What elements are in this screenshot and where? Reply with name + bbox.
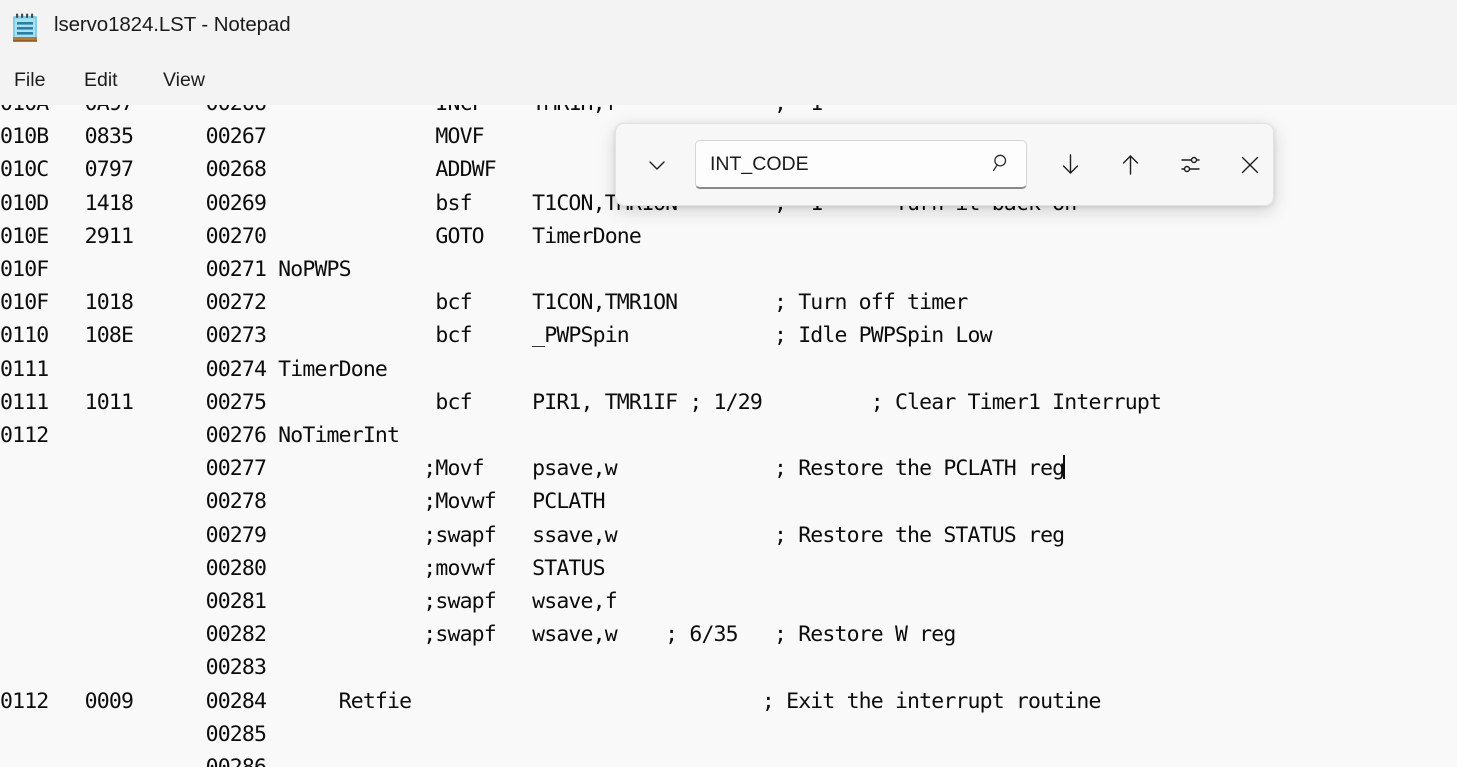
- menu-item-file[interactable]: File: [6, 67, 53, 94]
- arrow-down-icon: [1057, 151, 1084, 178]
- notepad-window: lservo1824.LST - Notepad File Edit View …: [0, 0, 1457, 767]
- code-line: 0111 1011 00275 bcf PIR1, TMR1IF ; 1/29 …: [0, 390, 1161, 415]
- code-line: 00280 ;movwf STATUS: [0, 556, 605, 581]
- close-icon: [1237, 152, 1263, 178]
- find-input-container[interactable]: [695, 140, 1027, 189]
- code-line: 010A 0A97 00266 INCF TMR1H,f ; 1: [0, 105, 822, 116]
- menu-item-edit[interactable]: Edit: [76, 67, 126, 94]
- find-actions: [1048, 143, 1272, 187]
- code-line: 00282 ;swapf wsave,w ; 6/35 ; Restore W …: [0, 622, 955, 647]
- search-icon: [991, 152, 1013, 174]
- chevron-down-icon: [645, 153, 669, 177]
- code-line: 00285: [0, 722, 266, 747]
- find-close-button[interactable]: [1228, 143, 1272, 187]
- code-line: 0110 108E 00273 bcf _PWPSpin ; Idle PWPS…: [0, 323, 992, 348]
- code-line: 010C 0797 00268 ADDWF: [0, 157, 496, 182]
- text-caret: [1063, 455, 1065, 479]
- menu-bar: File Edit View: [0, 58, 1457, 105]
- find-input[interactable]: [710, 150, 982, 178]
- window-title: lservo1824.LST - Notepad: [54, 13, 291, 37]
- code-line-caret: 00277 ;Movf psave,w ; Restore the PCLATH…: [0, 456, 1064, 481]
- code-line: 00279 ;swapf ssave,w ; Restore the STATU…: [0, 523, 1064, 548]
- notepad-icon: [10, 12, 40, 44]
- find-bar: [615, 123, 1274, 206]
- code-line: 0111 00274 TimerDone: [0, 357, 387, 382]
- find-options-button[interactable]: [1168, 143, 1212, 187]
- find-previous-button[interactable]: [1108, 143, 1152, 187]
- code-line: 00281 ;swapf wsave,f: [0, 589, 617, 614]
- title-bar: lservo1824.LST - Notepad: [0, 0, 1457, 58]
- code-line: 0112 0009 00284 Retfie ; Exit the interr…: [0, 689, 1101, 714]
- find-next-button[interactable]: [1048, 143, 1092, 187]
- code-line: 010F 1018 00272 bcf T1CON,TMR1ON ; Turn …: [0, 290, 968, 315]
- arrow-up-icon: [1117, 151, 1144, 178]
- code-line: 0112 00276 NoTimerInt: [0, 423, 399, 448]
- find-expand-button[interactable]: [635, 143, 679, 187]
- code-line: 00283: [0, 655, 266, 680]
- menu-item-view[interactable]: View: [155, 67, 213, 94]
- code-line: 00278 ;Movwf PCLATH: [0, 489, 605, 514]
- code-line: 010B 0835 00267 MOVF: [0, 124, 484, 149]
- sliders-options-icon: [1177, 151, 1204, 178]
- code-line: 010F 00271 NoPWPS: [0, 257, 351, 282]
- code-line: 010E 2911 00270 GOTO TimerDone: [0, 224, 641, 249]
- code-line: 00286: [0, 755, 266, 767]
